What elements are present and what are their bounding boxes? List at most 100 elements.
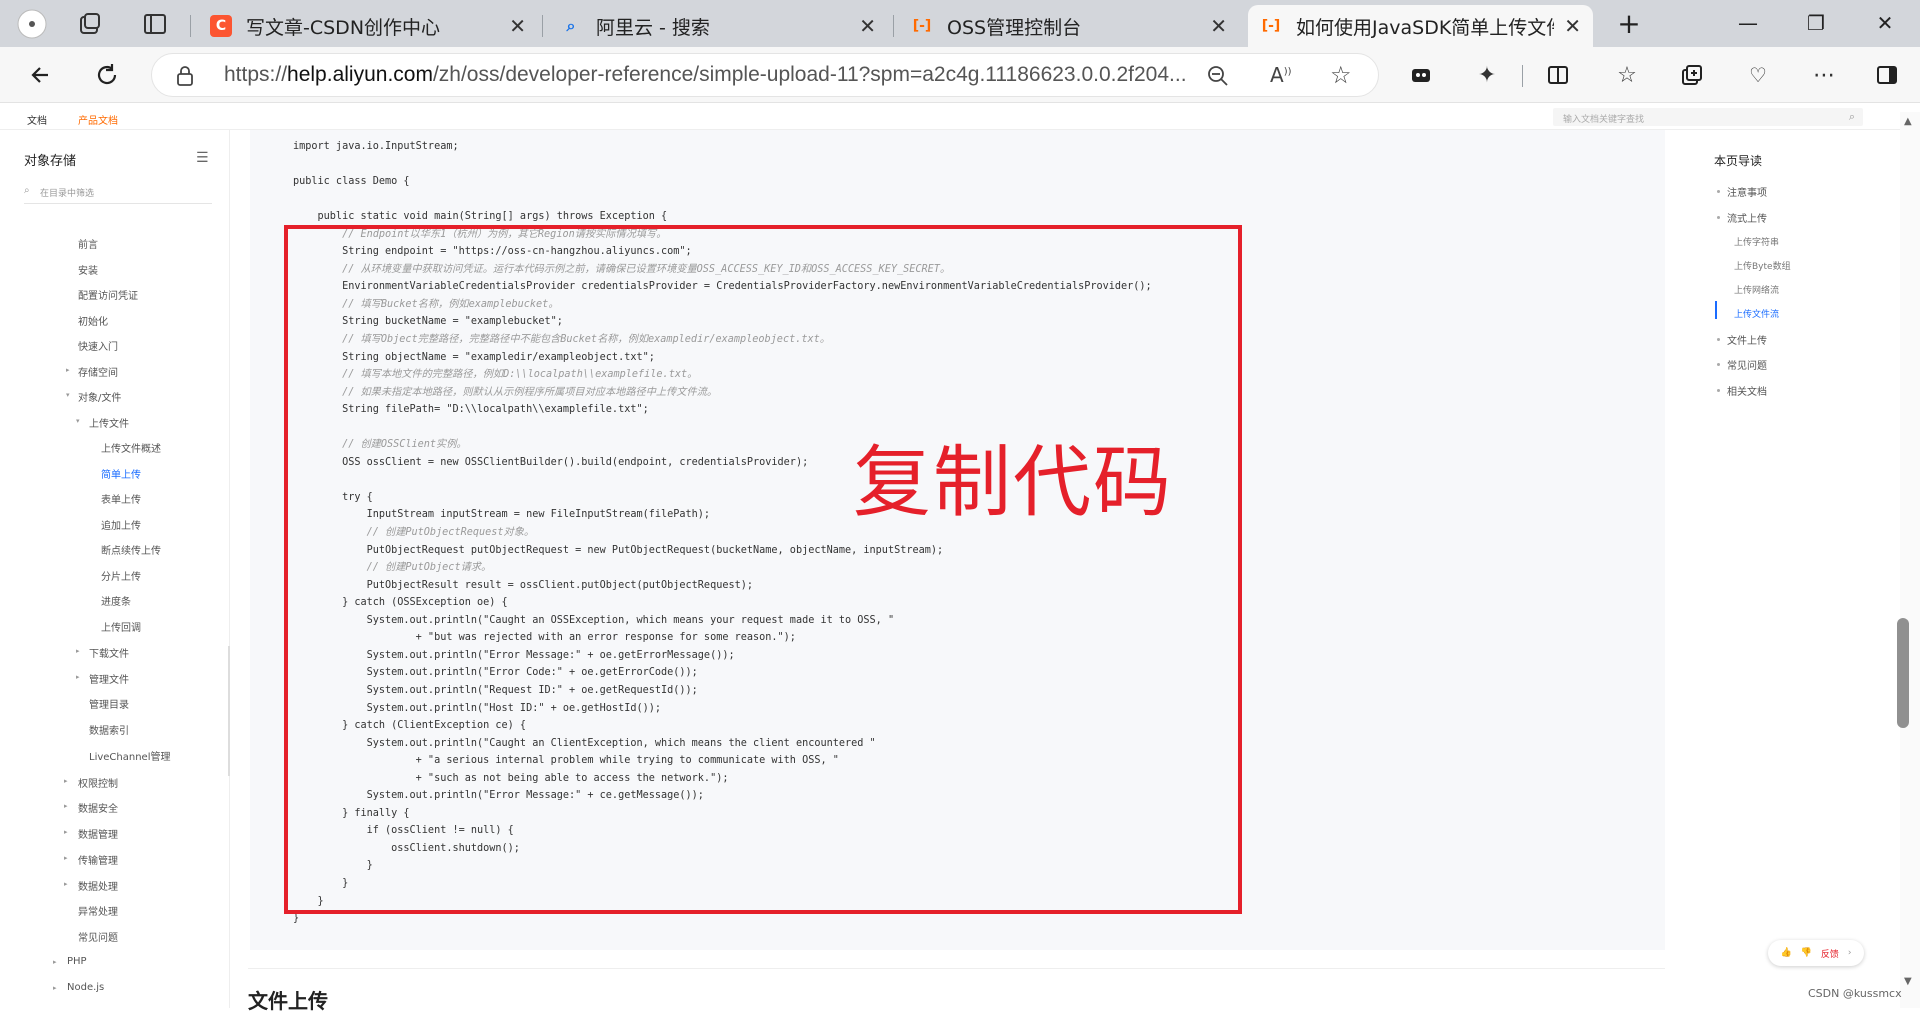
expand-caret-icon[interactable]: ▸ <box>64 828 68 836</box>
expand-caret-icon[interactable]: ▾ <box>76 417 80 425</box>
expand-caret-icon[interactable]: ▸ <box>53 958 57 966</box>
restore-icon[interactable]: ❐ <box>1796 8 1836 38</box>
leftnav-item[interactable]: LiveChannel管理 <box>89 748 170 763</box>
expand-caret-icon[interactable]: ▾ <box>66 391 70 399</box>
leftnav-item[interactable]: 异常处理 <box>78 903 118 918</box>
scrollbar-thumb[interactable] <box>1897 618 1909 728</box>
search-icon[interactable]: ⌕ <box>1849 110 1855 124</box>
close-tab-icon[interactable]: ✕ <box>1564 14 1581 38</box>
leftnav-item[interactable]: 进度条 <box>101 593 131 608</box>
chevron-right-icon[interactable]: › <box>1848 948 1852 958</box>
toc-item[interactable]: 上传字符串 <box>1734 235 1779 248</box>
extensions-puzzle-icon[interactable]: ✦ <box>1469 57 1505 93</box>
toc-item[interactable]: 常见问题 <box>1727 357 1767 372</box>
leftnav-item[interactable]: 前言 <box>78 236 98 251</box>
toc-item[interactable]: 上传Byte数组 <box>1734 259 1791 272</box>
leftnav-item[interactable]: 上传文件 <box>89 415 129 430</box>
tab-oss-console[interactable]: [-] OSS管理控制台 ✕ <box>899 5 1239 47</box>
toc-item[interactable]: 上传网络流 <box>1734 283 1779 296</box>
leftnav-item[interactable]: 对象/文件 <box>78 389 121 404</box>
leftnav-item[interactable]: 上传回调 <box>101 619 141 634</box>
expand-caret-icon[interactable]: ▸ <box>64 880 68 888</box>
doc-search-input[interactable]: 输入文档关键字查找 ⌕ <box>1553 108 1863 126</box>
collections-icon[interactable] <box>1674 57 1710 93</box>
sidebar-toggle-icon[interactable] <box>1869 57 1905 93</box>
expand-caret-icon[interactable]: ▸ <box>53 984 57 992</box>
profile-icon[interactable] <box>14 6 50 42</box>
leftnav-item[interactable]: 常见问题 <box>78 929 118 944</box>
menu-icon[interactable]: ☰ <box>196 150 209 166</box>
thumbs-down-icon[interactable]: 👎 <box>1801 948 1812 958</box>
feedback-widget[interactable]: 👍 👎 反馈 › <box>1768 940 1864 966</box>
leftnav-item[interactable]: 传输管理 <box>78 852 118 867</box>
leftnav-item[interactable]: 简单上传 <box>101 466 141 481</box>
product-docs-link[interactable]: 产品文档 <box>78 112 118 127</box>
expand-caret-icon[interactable]: ▸ <box>64 802 68 810</box>
tab-active-doc[interactable]: [-] 如何使用JavaSDK简单上传文件_ ✕ <box>1248 5 1593 47</box>
close-window-icon[interactable]: ✕ <box>1865 8 1905 38</box>
close-tab-icon[interactable]: ✕ <box>509 14 526 38</box>
leftnav-item[interactable]: 数据处理 <box>78 878 118 893</box>
close-tab-icon[interactable]: ✕ <box>859 14 876 38</box>
scroll-down-icon[interactable]: ▼ <box>1904 976 1912 987</box>
browser-essentials-icon[interactable]: ♡ <box>1740 57 1776 93</box>
toc-bullet-icon <box>1717 190 1720 193</box>
favorite-star-icon[interactable]: ☆ <box>1330 61 1352 89</box>
lock-icon[interactable] <box>176 65 194 91</box>
leftnav-item[interactable]: 表单上传 <box>101 491 141 506</box>
address-bar[interactable]: https://help.aliyun.com/zh/oss/developer… <box>151 53 1379 97</box>
toc-item[interactable]: 上传文件流 <box>1734 307 1779 320</box>
leftnav-item[interactable]: 数据管理 <box>78 826 118 841</box>
leftnav-item[interactable]: 快速入门 <box>78 338 118 353</box>
scroll-up-icon[interactable]: ▲ <box>1904 116 1912 127</box>
more-menu-icon[interactable]: ⋯ <box>1806 57 1842 93</box>
leftnav-filter-input[interactable]: ⌕ 在目录中筛选 <box>24 185 212 204</box>
tab-actions-icon[interactable] <box>137 6 173 42</box>
leftnav-item[interactable]: 追加上传 <box>101 517 141 532</box>
expand-caret-icon[interactable]: ▸ <box>76 647 80 655</box>
left-navigation: 对象存储 ☰ ⌕ 在目录中筛选 前言 安装 配置访问凭证 初始化 快速入门 存储空间 ▸ 对象/… <box>0 130 231 1008</box>
toc-item[interactable]: 流式上传 <box>1727 210 1767 225</box>
tab-aliyun-search[interactable]: ⌕ 阿里云 - 搜索 ✕ <box>548 5 888 47</box>
leftnav-item[interactable]: 配置访问凭证 <box>78 287 138 302</box>
leftnav-item[interactable]: 权限控制 <box>78 775 118 790</box>
leftnav-item[interactable]: 管理目录 <box>89 696 129 711</box>
docs-link[interactable]: 文档 <box>27 112 47 127</box>
leftnav-item[interactable]: 管理文件 <box>89 671 129 686</box>
toc-item[interactable]: 相关文档 <box>1727 383 1767 398</box>
zoom-icon[interactable] <box>1207 65 1229 91</box>
leftnav-item[interactable]: 数据安全 <box>78 800 118 815</box>
refresh-icon[interactable] <box>89 57 125 93</box>
favorites-icon[interactable]: ☆ <box>1609 57 1645 93</box>
leftnav-item[interactable]: 初始化 <box>78 313 108 328</box>
leftnav-item[interactable]: PHP <box>67 956 87 967</box>
expand-caret-icon[interactable]: ▸ <box>64 777 68 785</box>
leftnav-item[interactable]: 下载文件 <box>89 645 129 660</box>
leftnav-item[interactable]: 分片上传 <box>101 568 141 583</box>
leftnav-item[interactable]: 数据索引 <box>89 722 129 737</box>
thumbs-up-icon[interactable]: 👍 <box>1780 948 1791 958</box>
toc-item[interactable]: 文件上传 <box>1727 332 1767 347</box>
minimize-icon[interactable]: — <box>1728 8 1768 38</box>
expand-caret-icon[interactable]: ▸ <box>66 366 70 374</box>
page-scrollbar[interactable]: ▲ ▼ <box>1900 112 1920 1008</box>
leftnav-item[interactable]: 上传文件概述 <box>101 440 161 455</box>
close-tab-icon[interactable]: ✕ <box>1210 14 1227 38</box>
new-tab-icon[interactable]: + <box>1609 7 1649 40</box>
leftnav-item[interactable]: Node.js <box>67 982 104 993</box>
extension-icon[interactable] <box>1403 57 1439 93</box>
feedback-label[interactable]: 反馈 <box>1821 947 1839 960</box>
expand-caret-icon[interactable]: ▸ <box>76 673 80 681</box>
read-aloud-icon[interactable]: A)) <box>1270 63 1292 87</box>
workspaces-icon[interactable] <box>72 6 108 42</box>
toc-item[interactable]: 注意事项 <box>1727 184 1767 199</box>
toc-bullet-icon <box>1717 216 1720 219</box>
split-screen-icon[interactable] <box>1540 57 1576 93</box>
back-icon[interactable] <box>24 57 60 93</box>
leftnav-item[interactable]: 存储空间 <box>78 364 118 379</box>
leftnav-item[interactable]: 安装 <box>78 262 98 277</box>
leftnav-item[interactable]: 断点续传上传 <box>101 542 161 557</box>
url-text[interactable]: https://help.aliyun.com/zh/oss/developer… <box>224 63 1187 87</box>
expand-caret-icon[interactable]: ▸ <box>64 854 68 862</box>
tab-csdn[interactable]: C 写文章-CSDN创作中心 ✕ <box>198 5 538 47</box>
